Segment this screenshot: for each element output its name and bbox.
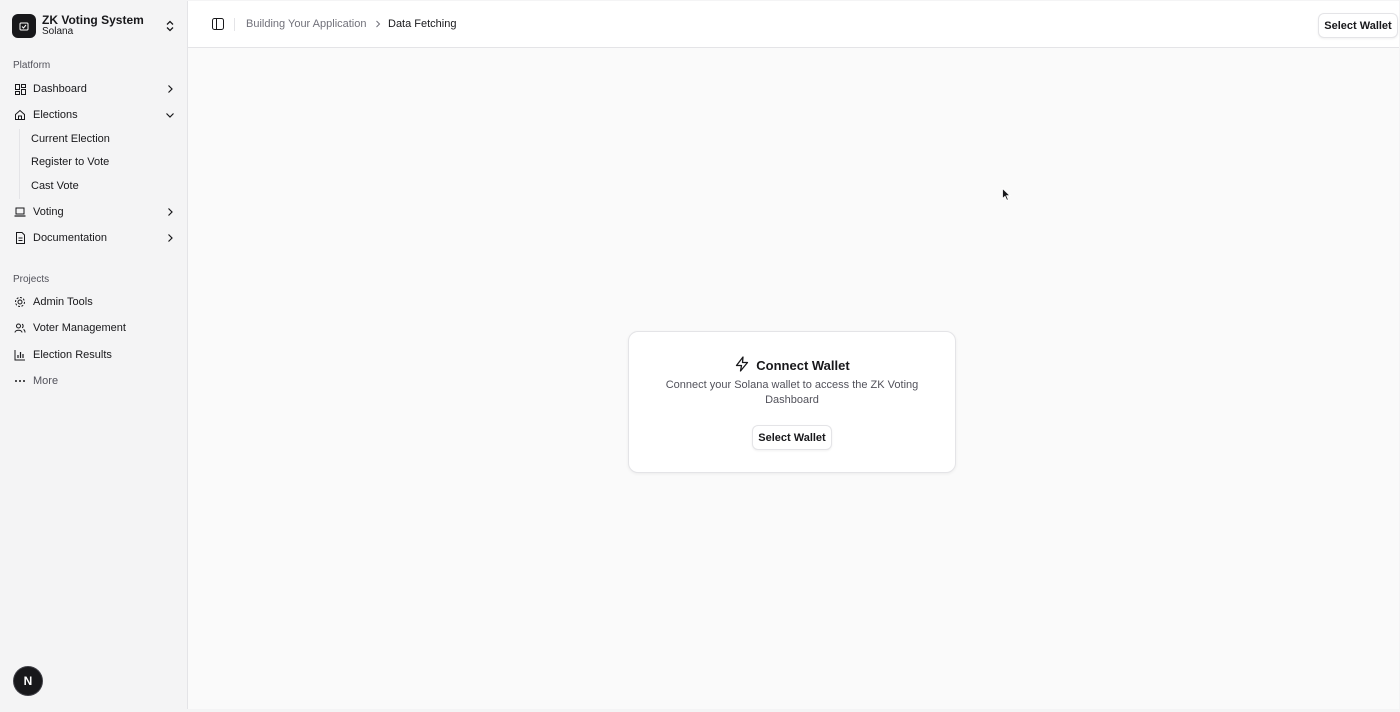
top-header: Building Your Application Data Fetching … — [188, 1, 1399, 48]
team-name: ZK Voting System — [42, 13, 144, 27]
chevron-right-icon — [163, 82, 177, 96]
select-wallet-button[interactable]: Select Wallet — [1318, 13, 1398, 38]
sidebar-toggle-icon[interactable] — [211, 17, 225, 31]
main-content: Building Your Application Data Fetching … — [188, 1, 1399, 709]
team-switcher[interactable]: ZK Voting System Solana — [12, 12, 177, 40]
chevron-down-icon — [163, 108, 177, 122]
document-icon — [13, 231, 27, 245]
gear-icon — [13, 295, 27, 309]
sidebar-item-label: Admin Tools — [33, 296, 93, 308]
submenu-item-current-election[interactable]: Current Election — [31, 129, 110, 149]
card-description: Connect your Solana wallet to access the… — [665, 379, 919, 406]
nextjs-badge[interactable]: N — [14, 667, 42, 695]
sidebar-item-dashboard[interactable]: Dashboard — [11, 78, 177, 100]
projects-group-label: Projects — [13, 274, 50, 285]
card-header: Connect Wallet — [629, 356, 955, 375]
connect-wallet-card: Connect Wallet Connect your Solana walle… — [628, 331, 956, 473]
dashboard-grid-icon — [13, 82, 27, 96]
users-icon — [13, 321, 27, 335]
sidebar-item-election-results[interactable]: Election Results — [11, 344, 177, 366]
chevron-right-icon — [163, 231, 177, 245]
sidebar-item-documentation[interactable]: Documentation — [11, 227, 177, 249]
sidebar-item-label: Voting — [33, 206, 64, 218]
team-plan: Solana — [42, 26, 74, 37]
card-title: Connect Wallet — [756, 358, 850, 373]
sidebar-item-voter-management[interactable]: Voter Management — [11, 317, 177, 339]
more-horizontal-icon — [13, 374, 27, 388]
app-window: ZK Voting System Solana Platform Dashboa… — [1, 1, 1399, 709]
sidebar-item-label: Documentation — [33, 232, 107, 244]
sidebar-item-label: More — [33, 375, 59, 387]
sidebar-item-label: Dashboard — [33, 83, 87, 95]
team-text: ZK Voting System Solana — [42, 14, 163, 38]
sidebar-item-admin-tools[interactable]: Admin Tools — [11, 291, 177, 313]
sidebar-item-label: Voter Management — [33, 322, 126, 334]
home-icon — [13, 108, 27, 122]
sidebar-item-label: Election Results — [33, 349, 112, 361]
chevrons-up-down-icon — [163, 19, 177, 33]
laptop-icon — [13, 205, 27, 219]
mouse-cursor-icon — [1002, 187, 1011, 204]
bar-chart-icon — [13, 348, 27, 362]
sidebar-item-label: Elections — [33, 109, 78, 121]
sidebar-item-more[interactable]: More — [11, 370, 177, 392]
card-select-wallet-button[interactable]: Select Wallet — [752, 425, 832, 450]
platform-group-label: Platform — [13, 60, 51, 71]
sidebar-item-elections[interactable]: Elections — [11, 104, 177, 126]
elections-submenu: Current Election Register to Vote Cast V… — [19, 129, 177, 199]
submenu-item-cast-vote[interactable]: Cast Vote — [31, 176, 79, 196]
chevron-right-icon — [373, 19, 383, 29]
sidebar-item-voting[interactable]: Voting — [11, 201, 177, 223]
breadcrumb-item[interactable]: Building Your Application — [246, 18, 366, 30]
vote-box-icon — [12, 14, 36, 38]
lightning-icon — [734, 356, 750, 375]
breadcrumb-current: Data Fetching — [388, 18, 457, 30]
chevron-right-icon — [163, 205, 177, 219]
submenu-item-register-to-vote[interactable]: Register to Vote — [31, 152, 109, 172]
sidebar: ZK Voting System Solana Platform Dashboa… — [1, 1, 188, 709]
header-divider — [234, 18, 235, 31]
